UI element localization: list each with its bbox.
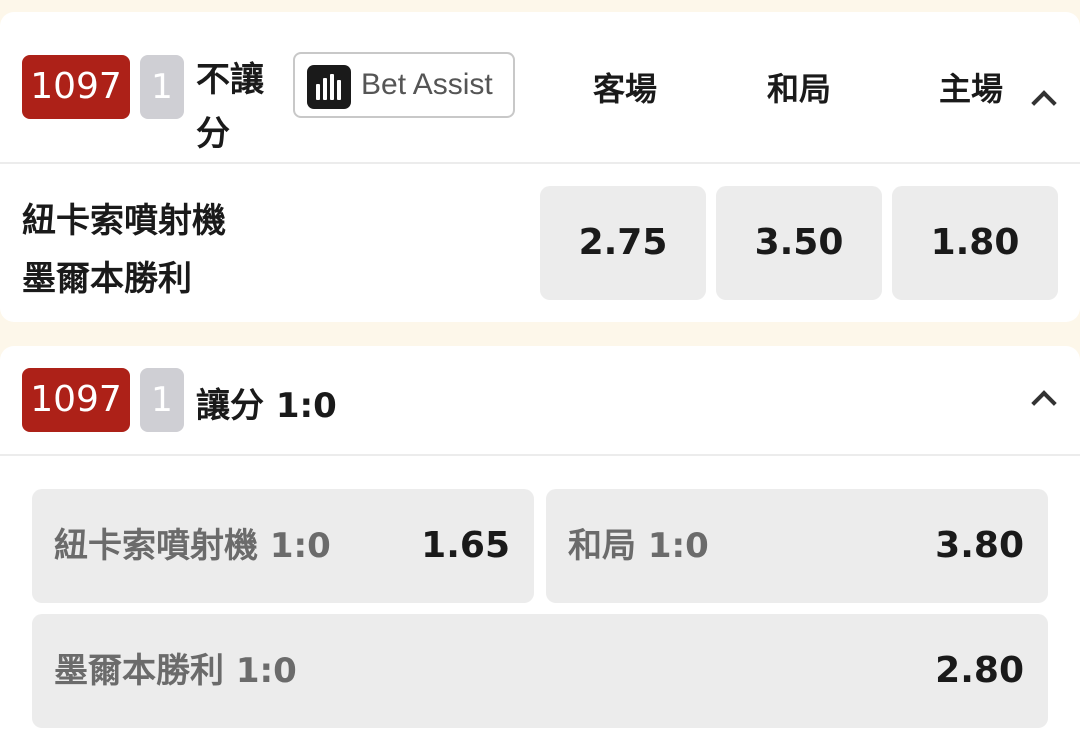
odds-button-home[interactable]: 1.80 (892, 186, 1058, 300)
market-card-no-handicap: 1097 1 不讓 分 Bet Assist 客場 和局 主場 紐卡索噴射機 墨… (0, 12, 1080, 322)
pool-number-badge: 1097 (22, 368, 130, 432)
odds-button-away[interactable]: 2.75 (540, 186, 706, 300)
market-header: 1097 1 讓分 1:0 (0, 346, 1080, 456)
market-header: 1097 1 不讓 分 Bet Assist 客場 和局 主場 (0, 12, 1080, 164)
selection-button[interactable]: 紐卡索噴射機 1:0 1.65 (32, 489, 534, 603)
chevron-up-icon[interactable] (1031, 390, 1057, 416)
market-card-handicap: 1097 1 讓分 1:0 紐卡索噴射機 1:0 1.65 和局 1:0 3.8… (0, 346, 1080, 752)
pool-number-badge: 1097 (22, 55, 130, 119)
market-title: 讓分 1:0 (196, 386, 337, 426)
leg-number-badge: 1 (140, 55, 184, 119)
selection-button[interactable]: 墨爾本勝利 1:0 2.80 (32, 614, 1048, 728)
away-team-name: 紐卡索噴射機 (22, 201, 226, 241)
leg-number-badge: 1 (140, 368, 184, 432)
bet-assist-label: Bet Assist (361, 68, 493, 101)
selection-name: 紐卡索噴射機 1:0 (54, 526, 331, 566)
selection-price: 3.80 (935, 525, 1024, 566)
column-header-away: 客場 (592, 70, 657, 108)
match-teams: 紐卡索噴射機 墨爾本勝利 (22, 192, 226, 308)
market-title-line1: 不讓 (196, 60, 264, 100)
odds-button-draw[interactable]: 3.50 (716, 186, 882, 300)
selection-button[interactable]: 和局 1:0 3.80 (546, 489, 1048, 603)
selection-price: 1.65 (421, 525, 510, 566)
market-title-line2: 分 (196, 114, 230, 154)
selection-name: 墨爾本勝利 1:0 (54, 651, 297, 691)
bar-chart-icon (307, 65, 351, 109)
column-header-draw: 和局 (766, 70, 831, 108)
bet-assist-button[interactable]: Bet Assist (293, 52, 515, 118)
home-team-name: 墨爾本勝利 (22, 259, 192, 299)
selection-price: 2.80 (935, 650, 1024, 691)
selection-name: 和局 1:0 (568, 526, 709, 566)
